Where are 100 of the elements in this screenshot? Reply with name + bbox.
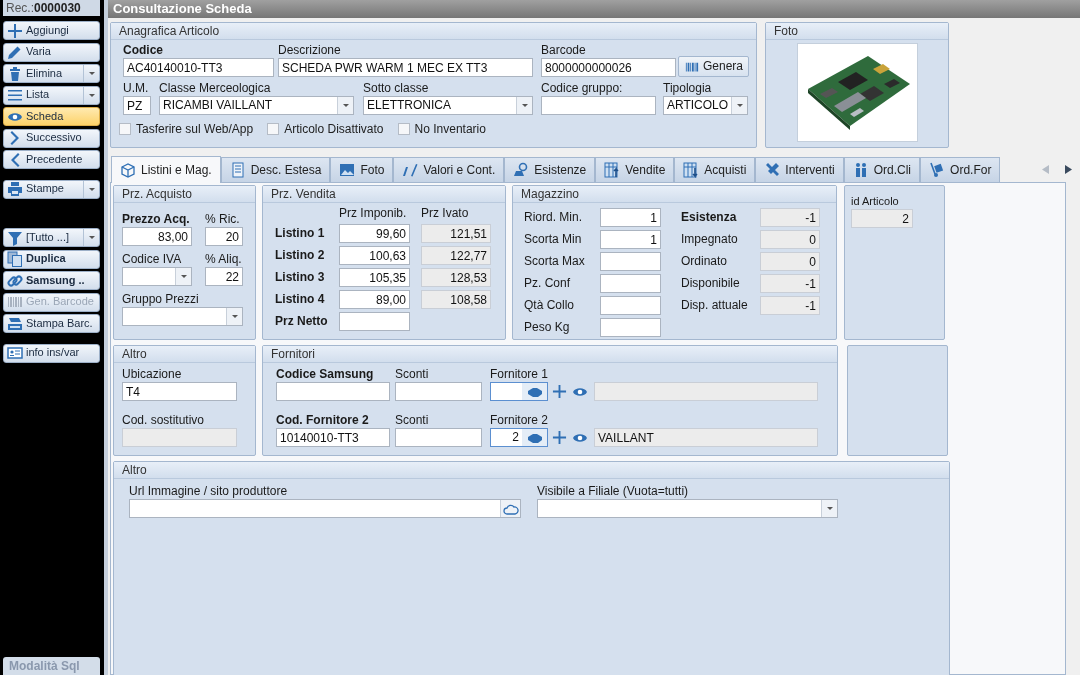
sidebar-button[interactable]: Scheda [3, 107, 100, 126]
field-label: Classe Merceologica [159, 81, 271, 96]
sidebar-button[interactable]: Aggiungi [3, 21, 100, 40]
input-field[interactable]: 0 [760, 252, 820, 271]
pencil-icon [7, 44, 23, 60]
lookup-field[interactable]: 2 [490, 428, 548, 447]
panel-title: Altro [114, 346, 255, 363]
sidebar-button[interactable]: Successivo [3, 128, 100, 148]
sidebar-button[interactable]: [Tutto ...] [3, 228, 100, 247]
lookup-field[interactable] [490, 382, 548, 401]
input-field[interactable]: T4 [122, 382, 237, 401]
sidebar-button[interactable]: Duplica [3, 249, 100, 269]
dropdown[interactable]: ARTICOLO [663, 96, 748, 115]
input-field[interactable]: VAILLANT [594, 428, 818, 447]
tab[interactable]: Ord.For [920, 157, 1001, 182]
input-field[interactable]: 1 [600, 208, 661, 227]
generate-button[interactable]: Genera [678, 56, 750, 77]
input-field[interactable]: 83,00 [122, 227, 192, 246]
plus-icon [552, 430, 567, 445]
field-label: id Articolo [851, 194, 899, 209]
field-label: Pz. Conf [524, 276, 571, 291]
input-field[interactable]: 122,77 [421, 246, 491, 265]
input-field[interactable]: 0 [760, 230, 820, 249]
sidebar-button[interactable]: Samsung .. [3, 271, 100, 290]
input-field[interactable]: PZ [123, 96, 151, 115]
field-label: Peso Kg [524, 320, 570, 335]
field-label: Impegnato [681, 232, 738, 247]
field-label: Codice gruppo: [541, 81, 623, 96]
dropdown[interactable]: RICAMBI VAILLANT [159, 96, 354, 115]
sidebar-button[interactable]: Stampa Barc. [3, 314, 100, 333]
input-field[interactable]: 128,53 [421, 268, 491, 287]
input-field[interactable] [276, 382, 390, 401]
tab[interactable]: Valori e Cont. [393, 157, 505, 182]
tab[interactable]: Esistenze [504, 157, 596, 182]
input-field[interactable]: 105,35 [339, 268, 410, 287]
field-label: Prz Netto [275, 314, 328, 329]
checkbox[interactable]: No Inventario [397, 122, 486, 137]
input-field[interactable] [600, 252, 661, 271]
panel-title: Fornitori [263, 346, 837, 363]
tab[interactable]: Foto [330, 157, 394, 182]
input-field[interactable] [395, 382, 482, 401]
input-field[interactable] [122, 428, 237, 447]
input-field[interactable]: 8000000000026 [541, 58, 676, 77]
dropdown[interactable] [122, 307, 243, 326]
input-field[interactable]: 121,51 [421, 224, 491, 243]
input-field[interactable] [600, 296, 661, 315]
checkbox[interactable]: Articolo Disattivato [267, 122, 384, 137]
tab[interactable]: Listini e Mag. [111, 156, 221, 183]
input-field[interactable]: SCHEDA PWR WARM 1 MEC EX TT3 [278, 58, 533, 77]
sidebar-button[interactable]: Stampe [3, 179, 100, 199]
caret-icon [87, 235, 96, 240]
tab[interactable]: Acquisti [674, 157, 756, 182]
field-label: Sconti [395, 413, 429, 428]
sidebar-button[interactable]: info ins/var [3, 343, 100, 363]
tab[interactable]: Interventi [755, 157, 844, 182]
panel-title: Prz. Acquisto [114, 186, 255, 203]
scroll-left-icon [1042, 164, 1049, 174]
dropdown[interactable] [537, 499, 838, 518]
printer-icon [7, 181, 23, 197]
scroll-right-icon [1065, 164, 1072, 174]
input-field[interactable]: AC40140010-TT3 [123, 58, 274, 77]
sidebar-button[interactable]: Precedente [3, 150, 100, 169]
input-field[interactable]: -1 [760, 208, 820, 227]
sidebar-button[interactable]: Lista [3, 85, 100, 105]
field-label: Listino 1 [275, 226, 325, 241]
add-button[interactable] [551, 428, 568, 447]
input-field[interactable] [600, 274, 661, 293]
dropdown[interactable] [122, 267, 192, 286]
field-label: Disponibile [681, 276, 740, 291]
field-label: Cod. Fornitore 2 [276, 413, 369, 428]
input-field[interactable] [594, 382, 818, 401]
field-label: Cod. sostitutivo [122, 413, 205, 428]
document-icon [229, 162, 246, 178]
dropdown[interactable]: ELETTRONICA [363, 96, 533, 115]
input-field[interactable]: -1 [760, 274, 820, 293]
input-field[interactable]: 89,00 [339, 290, 410, 309]
caret-icon [87, 186, 96, 192]
input-field[interactable]: 100,63 [339, 246, 410, 265]
input-field[interactable] [541, 96, 656, 115]
input-field[interactable]: -1 [760, 296, 820, 315]
input-field[interactable] [395, 428, 482, 447]
sidebar-button[interactable]: Varia [3, 42, 100, 62]
input-field[interactable]: 108,58 [421, 290, 491, 309]
link-icon [7, 272, 23, 289]
input-field[interactable]: 1 [600, 230, 661, 249]
input-field[interactable]: 22 [205, 267, 243, 286]
input-field[interactable]: 20 [205, 227, 243, 246]
input-field[interactable] [339, 312, 410, 331]
sidebar-button[interactable]: Elimina [3, 64, 100, 83]
tab[interactable]: Ord.Cli [843, 157, 921, 182]
input-field[interactable] [129, 499, 521, 518]
input-field[interactable] [600, 318, 661, 337]
input-field[interactable]: 2 [851, 209, 913, 228]
tab[interactable]: Vendite [595, 157, 675, 182]
add-button[interactable] [551, 382, 568, 401]
checkbox[interactable]: Tasferire sul Web/App [119, 122, 254, 137]
tab[interactable]: Desc. Estesa [220, 157, 331, 182]
panel-title: Prz. Vendita [263, 186, 505, 203]
input-field[interactable]: 10140010-TT3 [276, 428, 390, 447]
input-field[interactable]: 99,60 [339, 224, 410, 243]
